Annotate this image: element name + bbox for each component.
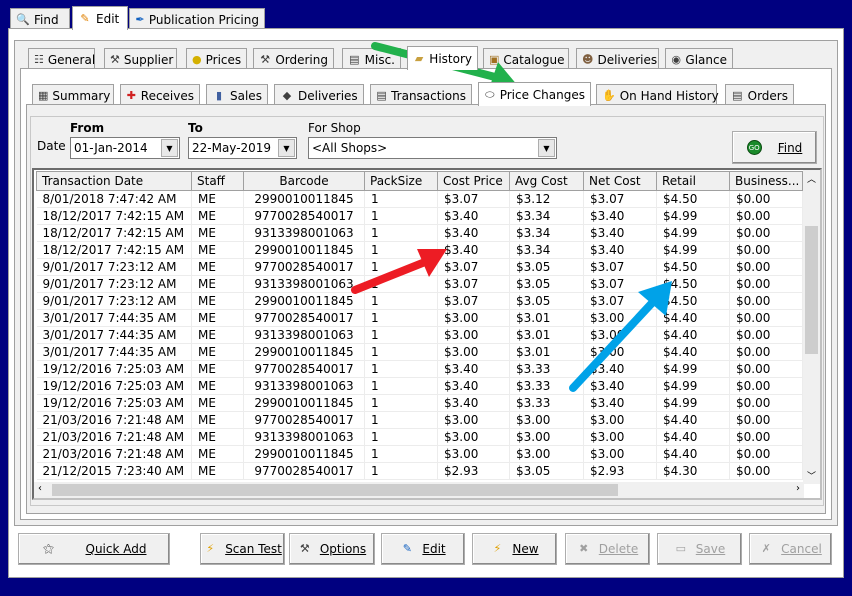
pencil-icon: ✎ [80,11,90,25]
section_tab-history[interactable]: ▰ History [407,46,478,70]
annotation-arrows [351,42,672,392]
tab-edit[interactable]: ✎ Edit [72,6,128,30]
history_tab-price-changes[interactable]: ⬭ Price Changes [478,82,591,106]
red-arrow [351,249,447,294]
folder-icon: ▰ [414,51,424,65]
blue-arrow [569,281,672,392]
tag-icon: ⬭ [485,87,495,101]
